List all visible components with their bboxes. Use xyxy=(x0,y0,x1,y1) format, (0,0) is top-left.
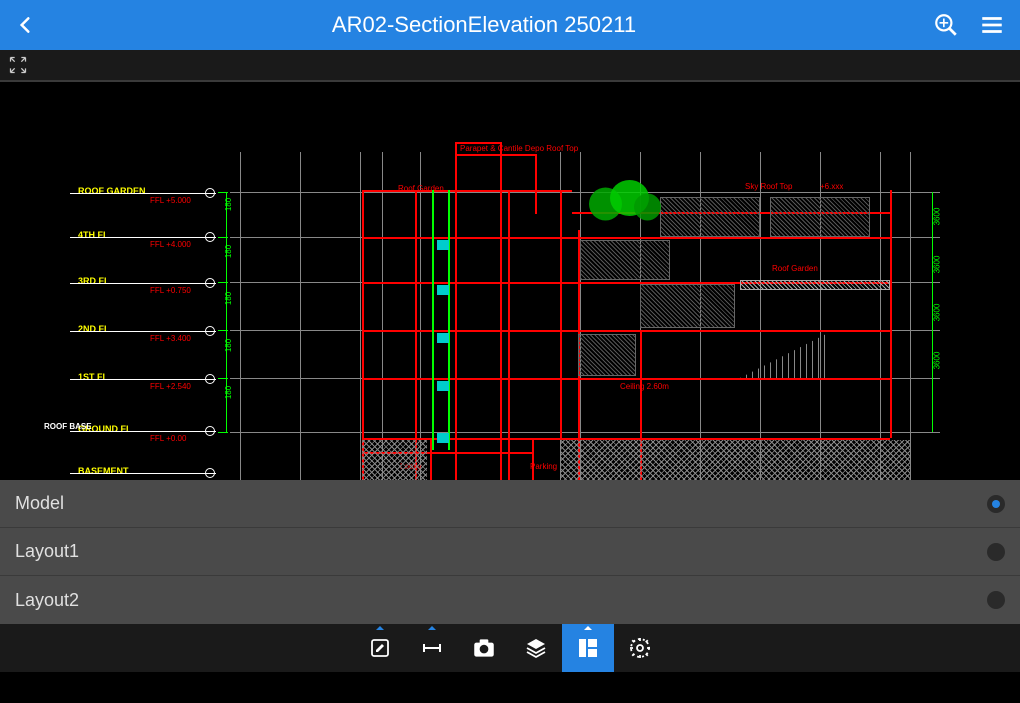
header-actions xyxy=(933,12,1005,38)
layout-item-layout1[interactable]: Layout1 xyxy=(0,528,1020,576)
layout-label: Layout1 xyxy=(15,541,79,562)
layout-radio[interactable] xyxy=(987,591,1005,609)
drawing-canvas[interactable]: ROOF GARDEN FFL +5.000 4TH FL FFL +4.000 3RD… xyxy=(0,82,1020,480)
measure-tool[interactable] xyxy=(406,624,458,672)
bottom-toolbar xyxy=(0,624,1020,672)
layout-item-model[interactable]: Model xyxy=(0,480,1020,528)
level-label: 1ST FL xyxy=(78,372,108,382)
layout-tool[interactable] xyxy=(562,624,614,672)
app-header: AR02-SectionElevation 250211 xyxy=(0,0,1020,50)
sub-header xyxy=(0,50,1020,80)
ffl-label: FFL +3.400 xyxy=(150,334,191,343)
roof-note: Parapet & Cantile Depo Roof Top xyxy=(460,144,578,153)
page-title: AR02-SectionElevation 250211 xyxy=(35,12,933,38)
layout-label: Layout2 xyxy=(15,590,79,611)
fullscreen-button[interactable] xyxy=(8,55,28,75)
ffl-label: FFL +5.000 xyxy=(150,196,191,205)
level-label: 4TH FL xyxy=(78,230,109,240)
layout-radio[interactable] xyxy=(987,495,1005,513)
layout-item-layout2[interactable]: Layout2 xyxy=(0,576,1020,624)
layout-label: Model xyxy=(15,493,64,514)
ffl-label: FFL +0.00 xyxy=(150,434,186,443)
layout-radio[interactable] xyxy=(987,543,1005,561)
level-label: 3RD FL xyxy=(78,276,110,286)
ffl-label: FFL +4.000 xyxy=(150,240,191,249)
ffl-label: FFL +2.540 xyxy=(150,382,191,391)
level-label: 2ND FL xyxy=(78,324,110,334)
settings-tool[interactable] xyxy=(614,624,666,672)
layout-list: Model Layout1 Layout2 xyxy=(0,480,1020,624)
camera-tool[interactable] xyxy=(458,624,510,672)
edit-tool[interactable] xyxy=(354,624,406,672)
ffl-label: FFL +0.750 xyxy=(150,286,191,295)
menu-icon[interactable] xyxy=(979,12,1005,38)
level-label: ROOF GARDEN xyxy=(78,186,146,196)
back-button[interactable] xyxy=(15,15,35,35)
search-icon[interactable] xyxy=(933,12,959,38)
layers-tool[interactable] xyxy=(510,624,562,672)
level-label: BASEMENT xyxy=(78,466,129,476)
